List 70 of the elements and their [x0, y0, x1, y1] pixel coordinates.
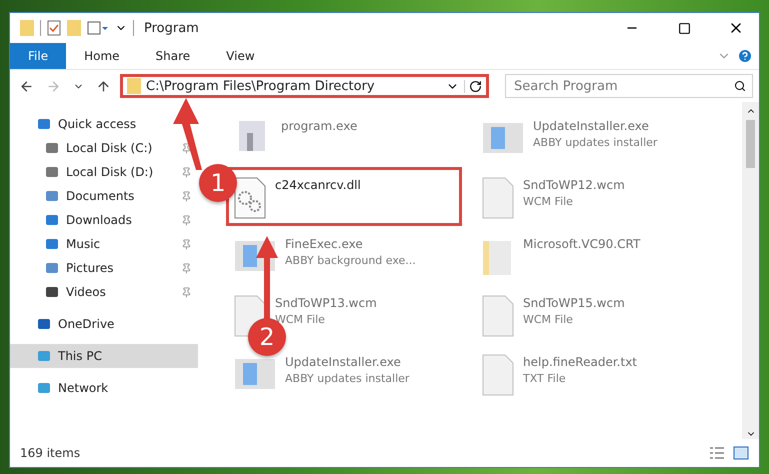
ribbon-tab[interactable]: File [10, 43, 66, 69]
file-type: WCM File [523, 313, 574, 326]
sidebar-label: Local Disk (C:) [66, 141, 154, 155]
ribbon-tab[interactable]: View [208, 43, 273, 69]
sidebar-item[interactable]: Videos [10, 280, 198, 304]
sidebar-label: This PC [58, 349, 103, 363]
help-icon[interactable] [737, 48, 753, 64]
sidebar-label: Network [58, 381, 110, 395]
sidebar-item[interactable]: Quick access [10, 112, 198, 136]
details-view-icon[interactable] [709, 446, 725, 460]
file-name[interactable]: program.exe [281, 119, 358, 133]
file-name[interactable]: c24xcanrcv.dll [275, 178, 361, 192]
pin-icon [181, 238, 192, 250]
file-name[interactable]: FineExec.exe [285, 237, 416, 251]
sidebar-label: Downloads [66, 213, 133, 227]
file-type: ABBY updates installer [533, 136, 658, 149]
large-icons-view-icon[interactable] [733, 446, 749, 460]
sidebar-item[interactable]: OneDrive [10, 312, 198, 336]
pin-icon [181, 142, 192, 154]
blank-file-icon [481, 353, 515, 397]
file-type: ABBY background exe... [285, 254, 416, 267]
address-bar[interactable]: C:\Program Files\Program Directory [120, 74, 489, 98]
ribbon-tab[interactable]: Share [138, 43, 208, 69]
sidebar-item[interactable]: This PC [10, 344, 198, 368]
sidebar-item[interactable]: Documents [10, 184, 198, 208]
properties-icon[interactable] [87, 20, 109, 36]
scrollbar[interactable] [742, 102, 759, 439]
file-name[interactable]: SndToWP15.wcm [523, 296, 625, 310]
sidebar-label: Local Disk (D:) [66, 165, 154, 179]
pin-icon [181, 166, 192, 178]
selected-file-frame[interactable]: c24xcanrcv.dll [226, 167, 462, 226]
file-name[interactable]: SndToWP13.wcm [275, 296, 377, 310]
pin-icon [181, 214, 192, 226]
pin-icon [181, 262, 192, 274]
file-name[interactable]: Microsoft.VC90.CRT [523, 237, 640, 251]
blank-file-icon [481, 294, 515, 338]
folder-icon [127, 78, 141, 94]
checklist-icon[interactable] [47, 20, 61, 36]
file-type: WCM File [523, 195, 574, 208]
sidebar-item[interactable]: Network [10, 376, 198, 400]
file-name[interactable]: help.fineReader.txt [523, 355, 637, 369]
sidebar-item[interactable]: Music [10, 232, 198, 256]
sidebar-item[interactable]: Downloads [10, 208, 198, 232]
sidebar-label: Documents [66, 189, 136, 203]
sidebar-label: Videos [66, 285, 107, 299]
file-name[interactable]: UpdateInstaller.exe [285, 355, 410, 369]
sidebar-item[interactable]: Local Disk (D:) [10, 160, 198, 184]
sidebar-item[interactable]: Pictures [10, 256, 198, 280]
sidebar-label: Music [66, 237, 102, 251]
blank-file-icon [481, 176, 515, 220]
maximize-icon [678, 22, 690, 34]
pin-icon [181, 286, 192, 298]
search-icon [734, 80, 746, 92]
sidebar-item[interactable]: Local Disk (C:) [10, 136, 198, 160]
file-name[interactable]: UpdateInstaller.exe [533, 119, 658, 133]
sidebar-label: OneDrive [58, 317, 116, 331]
sidebar-label: Pictures [66, 261, 115, 275]
file-type: WCM File [275, 313, 326, 326]
item-count: 169 items [20, 446, 80, 460]
file-type: ABBY updates installer [285, 372, 410, 385]
ribbon-tab[interactable]: Home [66, 43, 138, 69]
scroll-thumb[interactable] [746, 120, 755, 168]
search-field[interactable]: Search Program [505, 74, 753, 98]
sidebar-label: Quick access [58, 117, 138, 131]
file-name[interactable]: SndToWP12.wcm [523, 178, 625, 192]
forward-arrow-icon [46, 78, 61, 94]
pin-icon [181, 190, 192, 202]
file-type: TXT File [523, 372, 567, 385]
gear-file-icon [233, 176, 267, 220]
window-title: Program [144, 20, 199, 36]
